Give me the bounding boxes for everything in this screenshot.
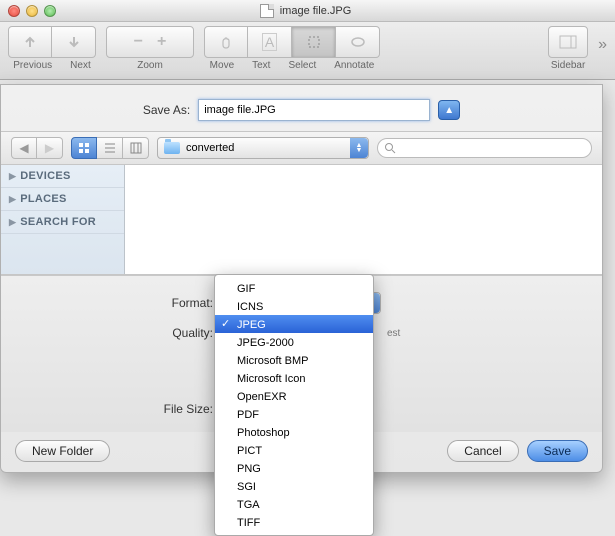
format-menu: GIFICNS✓JPEGJPEG-2000Microsoft BMPMicros… [214,274,374,536]
window-title: image file.JPG [280,5,352,17]
sidebar-button[interactable] [548,26,588,58]
checkmrelease-icon: ✓ [221,317,230,330]
forward-button[interactable]: ▶ [37,137,63,159]
sidebar-item-devices[interactable]: ▶DEVICES [1,165,124,188]
format-option[interactable]: JPEG-2000 [215,333,373,351]
sidebar-item-search-for[interactable]: ▶SEARCH FOR [1,211,124,234]
collapse-toggle-button[interactable]: ▲ [438,100,460,120]
annotate-button[interactable] [336,26,380,58]
cancel-button[interactable]: Cancel [447,440,518,462]
format-option[interactable]: PICT [215,441,373,459]
zoom-window-button[interactable] [44,5,56,17]
zoom-label: Zoom [137,60,163,71]
saveas-input[interactable] [198,99,430,121]
format-option[interactable]: Microsoft BMP [215,351,373,369]
format-option[interactable]: TGA [215,495,373,513]
search-icon [384,142,396,154]
annotate-label: Annotate [334,60,374,71]
list-view-button[interactable] [97,137,123,159]
format-option[interactable]: SGI [215,477,373,495]
quality-label: Quality: [21,326,221,340]
previous-label: Previous [13,60,52,71]
search-input[interactable] [400,142,585,154]
popup-arrows-icon: ▲▼ [350,138,368,158]
select-button[interactable] [292,26,336,58]
document-proxy-icon[interactable] [260,4,274,18]
sidebar-item-places[interactable]: ▶PLACES [1,188,124,211]
disclosure-triangle-icon: ▶ [9,194,16,205]
folder-icon [164,142,180,154]
format-option[interactable]: ICNS [215,297,373,315]
title-bar: image file.JPG [0,0,615,22]
format-option[interactable]: GIF [215,279,373,297]
format-option[interactable]: TIFF [215,513,373,531]
source-list: ▶DEVICES ▶PLACES ▶SEARCH FOR [1,165,125,274]
move-label: Move [210,60,234,71]
icon-view-button[interactable] [71,137,97,159]
next-label: Next [70,60,91,71]
format-option[interactable]: Photoshop [215,423,373,441]
filesize-label: File Size: [21,402,221,416]
zoom-button[interactable]: −+ [106,26,194,58]
format-label: Format: [21,296,221,310]
quality-hint: est [387,328,400,339]
save-button[interactable]: Save [527,440,588,462]
toolbar: Previous Next −+ Zoom A Move Text Select… [0,22,615,80]
back-button[interactable]: ◀ [11,137,37,159]
sidebar-label: Sidebar [551,60,585,71]
new-folder-button[interactable]: New Folder [15,440,110,462]
folder-popup[interactable]: converted ▲▼ [157,137,369,159]
search-field[interactable] [377,138,592,158]
minimize-window-button[interactable] [26,5,38,17]
traffic-lights [8,5,56,17]
format-option[interactable]: ✓JPEG [215,315,373,333]
format-option[interactable]: PNG [215,459,373,477]
move-button[interactable] [204,26,248,58]
format-option[interactable]: PDF [215,405,373,423]
text-button[interactable]: A [248,26,292,58]
format-option[interactable]: OpenEXR [215,387,373,405]
disclosure-triangle-icon: ▶ [9,171,16,182]
next-button[interactable] [52,26,96,58]
folder-name: converted [186,142,234,154]
select-label: Select [288,60,316,71]
column-view-button[interactable] [123,137,149,159]
text-label: Text [252,60,270,71]
close-window-button[interactable] [8,5,20,17]
path-bar: ◀ ▶ converted ▲▼ [1,131,602,165]
file-browser[interactable] [125,165,602,274]
saveas-label: Save As: [143,103,190,117]
toolbar-overflow-icon[interactable]: » [598,36,607,54]
previous-button[interactable] [8,26,52,58]
disclosure-triangle-icon: ▶ [9,217,16,228]
format-option[interactable]: Microsoft Icon [215,369,373,387]
